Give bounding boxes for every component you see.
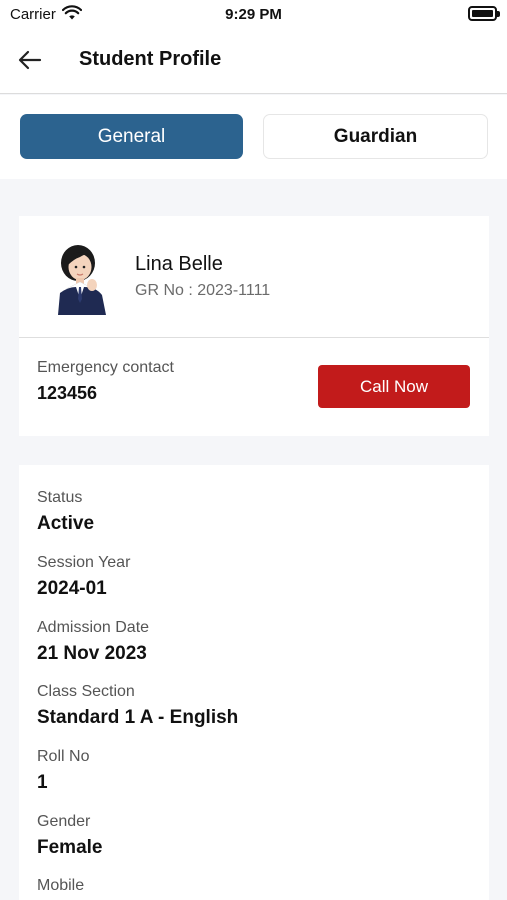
detail-mobile: Mobile xyxy=(37,876,84,900)
detail-label: Class Section xyxy=(37,683,135,700)
details-card: Status Active Session Year 2024-01 Admis… xyxy=(19,465,489,900)
nav-bar: Student Profile xyxy=(0,30,507,94)
emergency-contact-label: Emergency contact xyxy=(37,359,174,376)
detail-value: 2024-01 xyxy=(37,578,107,599)
detail-class-section: Class Section Standard 1 A - English xyxy=(37,682,238,729)
tab-guardian[interactable]: Guardian xyxy=(263,114,488,159)
emergency-contact-value: 123456 xyxy=(37,383,98,403)
battery-icon xyxy=(468,6,500,21)
status-bar: Carrier 9:29 PM xyxy=(0,0,507,30)
gr-number: GR No : 2023-1111 xyxy=(135,282,271,299)
detail-gender: Gender Female xyxy=(37,812,102,859)
detail-label: Status xyxy=(37,489,83,506)
detail-value: 1 xyxy=(37,772,48,793)
detail-label: Gender xyxy=(37,813,91,830)
tab-bar: General Guardian xyxy=(0,95,507,179)
detail-label: Admission Date xyxy=(37,619,150,636)
detail-label: Roll No xyxy=(37,748,90,765)
detail-session-year: Session Year 2024-01 xyxy=(37,553,130,600)
detail-status: Status Active xyxy=(37,488,94,535)
status-time: 9:29 PM xyxy=(225,6,282,23)
detail-value: 21 Nov 2023 xyxy=(37,643,147,664)
call-now-button[interactable]: Call Now xyxy=(318,365,470,408)
tab-general[interactable]: General xyxy=(20,114,243,159)
arrow-left-icon xyxy=(18,50,42,75)
detail-label: Session Year xyxy=(37,554,131,571)
detail-value: Standard 1 A - English xyxy=(37,707,239,728)
detail-admission-date: Admission Date 21 Nov 2023 xyxy=(37,618,149,665)
back-button[interactable] xyxy=(16,48,44,76)
detail-value: Active xyxy=(37,513,95,534)
profile-card: Lina Belle GR No : 2023-1111 Emergency c… xyxy=(19,216,489,436)
detail-roll-no: Roll No 1 xyxy=(37,747,89,794)
avatar xyxy=(52,241,114,315)
page-title: Student Profile xyxy=(79,48,222,70)
detail-label: Mobile xyxy=(37,877,85,894)
detail-value: Female xyxy=(37,837,103,858)
divider xyxy=(19,337,489,338)
student-name: Lina Belle xyxy=(135,253,223,275)
